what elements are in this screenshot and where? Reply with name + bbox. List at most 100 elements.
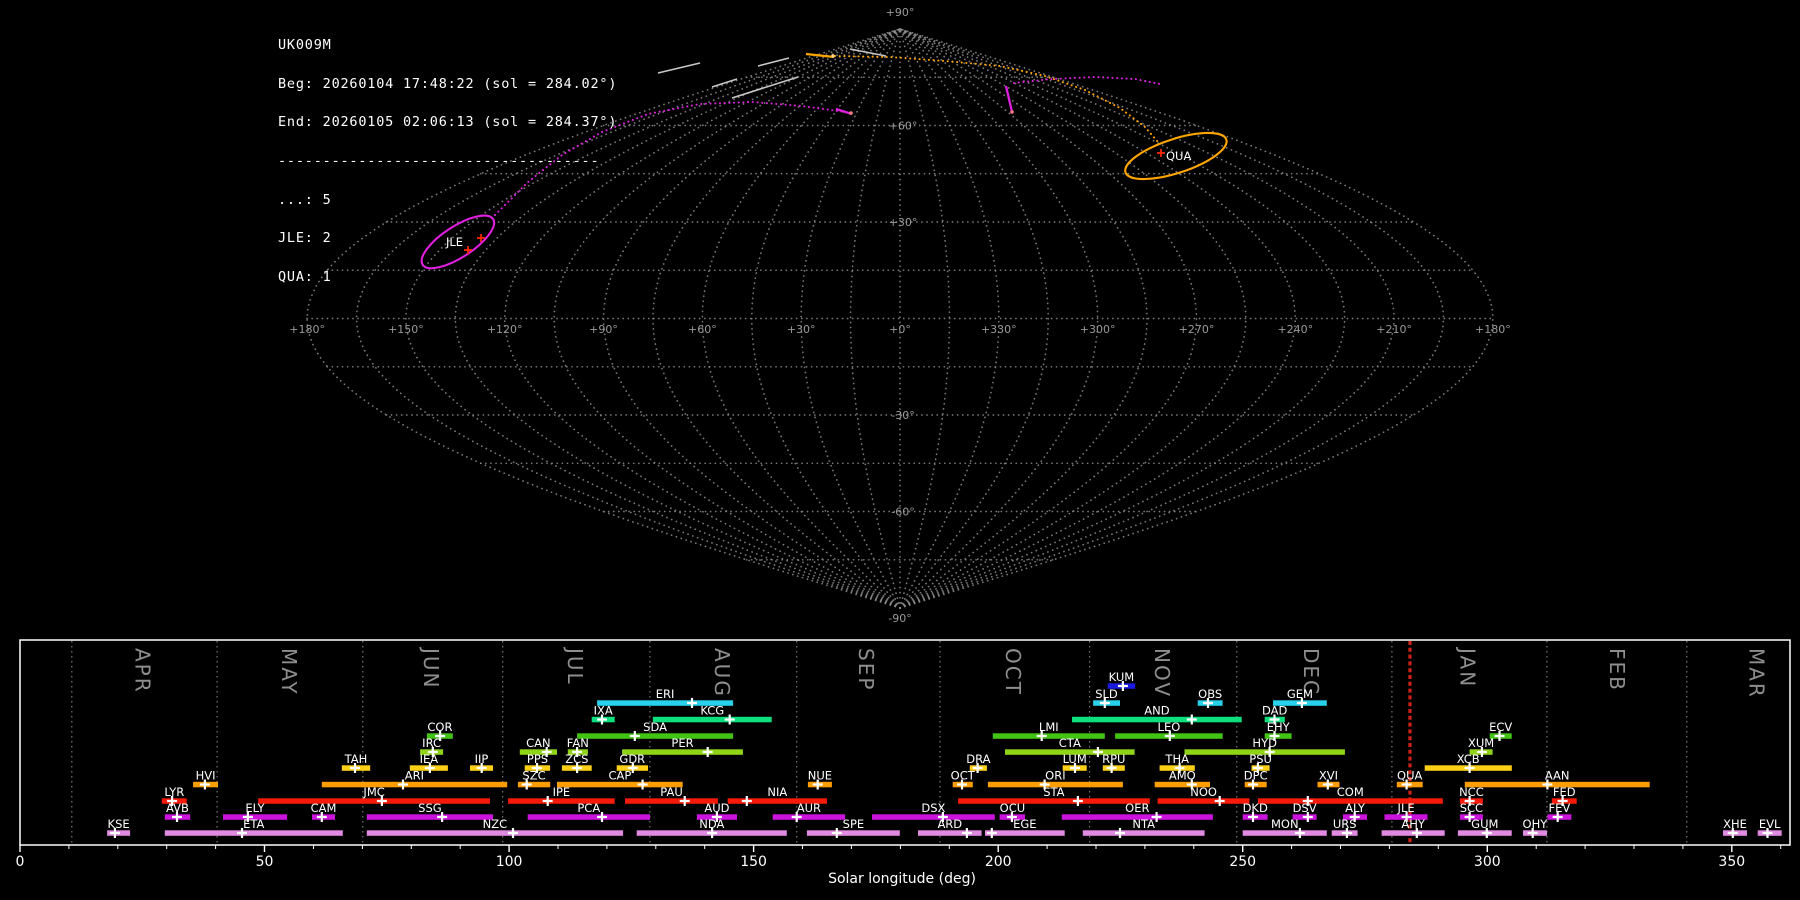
meteor-trail-solid-JLE xyxy=(1004,85,1014,113)
shower-label-ELY: ELY xyxy=(245,801,265,815)
x-tick-label-250: 250 xyxy=(1229,854,1256,870)
shower-label-ARI: ARI xyxy=(405,769,424,783)
shower-label-ERI: ERI xyxy=(656,687,675,701)
shower-label-XUM: XUM xyxy=(1468,736,1494,750)
peak-marker-AND xyxy=(1186,714,1197,725)
peak-marker-IPE xyxy=(542,796,553,806)
shower-label-GUM: GUM xyxy=(1471,817,1498,831)
info-panel: UK009M Beg: 20260104 17:48:22 (sol = 284… xyxy=(278,13,617,297)
shower-label-OCU: OCU xyxy=(1000,801,1026,815)
peak-marker-SDA xyxy=(629,731,640,741)
x-tick-label-300: 300 xyxy=(1474,854,1501,870)
meteor-trail-tip-JLE xyxy=(849,111,853,115)
shower-label-ZCS: ZCS xyxy=(565,752,588,766)
shower-label-COM: COM xyxy=(1337,785,1364,799)
shower-label-AND: AND xyxy=(1144,704,1169,718)
shower-label-HYD: HYD xyxy=(1252,736,1277,750)
shower-label-THA: THA xyxy=(1164,752,1189,766)
activity-timeline: APR MAY JUN JUL AUG SEP OCT NOV DEC JAN FEB MARKUME… xyxy=(16,639,1791,887)
shower-label-JLE: JLE xyxy=(1397,801,1415,815)
shower-label-DKD: DKD xyxy=(1243,801,1268,815)
shower-label-EVL: EVL xyxy=(1759,817,1781,831)
x-tick-label-200: 200 xyxy=(985,854,1012,870)
shower-label-XCB: XCB xyxy=(1457,752,1480,766)
shower-label-NIA: NIA xyxy=(767,785,787,799)
shower-label-IRC: IRC xyxy=(422,736,441,750)
peak-marker-CAP xyxy=(637,779,648,790)
month-label-FEB: FEB xyxy=(1605,648,1629,692)
month-label-MAR: MAR xyxy=(1744,648,1768,699)
shower-label-CAP: CAP xyxy=(608,769,631,783)
meridian-line xyxy=(800,28,901,609)
shower-label-URS: URS xyxy=(1333,817,1357,831)
shower-label-GEM: GEM xyxy=(1287,687,1313,701)
shower-label-OHY: OHY xyxy=(1523,817,1549,831)
shower-label-AUD: AUD xyxy=(704,801,729,815)
month-label-APR: APR xyxy=(130,648,154,694)
x-tick-label-150: 150 xyxy=(740,854,767,870)
shower-label-EGE: EGE xyxy=(1013,817,1036,831)
x-tick-label-50: 50 xyxy=(256,854,274,870)
shower-label-KCG: KCG xyxy=(700,704,724,718)
qua-count: QUA: 1 xyxy=(278,269,332,286)
shower-label-KSE: KSE xyxy=(108,817,130,831)
latitude-label: -60° xyxy=(891,506,914,519)
month-label-MAY: MAY xyxy=(277,648,301,696)
shower-label-CAN: CAN xyxy=(526,736,551,750)
month-label-NOV: NOV xyxy=(1150,648,1174,698)
shower-label-XVI: XVI xyxy=(1319,769,1338,783)
shower-label-NUE: NUE xyxy=(808,769,832,783)
shower-label-ORI: ORI xyxy=(1045,769,1065,783)
x-axis-title: Solar longitude (deg) xyxy=(828,871,976,887)
shower-label-LUM: LUM xyxy=(1063,752,1087,766)
shower-label-DSX: DSX xyxy=(921,801,945,815)
shower-label-XHE: XHE xyxy=(1723,817,1747,831)
shower-label-NZC: NZC xyxy=(483,817,508,831)
shower-label-FED: FED xyxy=(1553,785,1576,799)
shower-label-COR: COR xyxy=(427,720,452,734)
shower-label-GDR: GDR xyxy=(619,752,645,766)
meteor-trail-tip-JLE xyxy=(1010,110,1014,114)
longitude-label: +0° xyxy=(889,323,911,336)
jle-count: JLE: 2 xyxy=(278,230,332,247)
shower-label-DSV: DSV xyxy=(1293,801,1317,815)
shower-label-ARD: ARD xyxy=(937,817,962,831)
month-label-JUN: JUN xyxy=(419,646,443,690)
month-label-SEP: SEP xyxy=(854,648,878,691)
shower-label-CAM: CAM xyxy=(311,801,337,815)
shower-label-SPE: SPE xyxy=(843,817,865,831)
shower-label-PER: PER xyxy=(671,736,693,750)
shower-label-EHY: EHY xyxy=(1267,720,1291,734)
shower-label-MON: MON xyxy=(1271,817,1299,831)
peak-marker-PER xyxy=(702,747,713,757)
latitude-label: +60° xyxy=(889,120,918,133)
shower-label-IPE: IPE xyxy=(553,785,571,799)
peak-marker-NZC xyxy=(508,828,518,838)
meteor-trail-solid-QUA xyxy=(805,52,835,59)
shower-label-ECV: ECV xyxy=(1489,720,1512,734)
x-tick-label-350: 350 xyxy=(1718,854,1745,870)
shower-label-DPC: DPC xyxy=(1244,769,1268,783)
sporadic-meteor-track xyxy=(657,62,701,74)
longitude-label: +210° xyxy=(1376,323,1412,336)
x-tick-label-100: 100 xyxy=(496,854,523,870)
shower-label-NTA: NTA xyxy=(1132,817,1155,831)
separator-line: ------------------------------------ xyxy=(278,152,600,169)
shower-label-TAH: TAH xyxy=(344,752,368,766)
longitude-label: +60° xyxy=(688,323,717,336)
shower-label-DAD: DAD xyxy=(1262,704,1288,718)
peak-marker-SPE xyxy=(831,828,842,838)
shower-label-FEV: FEV xyxy=(1549,801,1571,815)
longitude-label: +180° xyxy=(289,323,325,336)
shower-label-SZC: SZC xyxy=(522,769,545,783)
shower-label-AVB: AVB xyxy=(166,801,189,815)
shower-label-PCA: PCA xyxy=(577,801,600,815)
peak-marker-ARD xyxy=(961,828,972,838)
sporadic-meteor-track xyxy=(711,78,738,88)
meridian-line xyxy=(899,28,1148,609)
longitude-label: +120° xyxy=(487,323,523,336)
x-tick-label-0: 0 xyxy=(16,854,25,870)
radiant-mark-QUA xyxy=(1157,149,1165,157)
shower-label-QUA: QUA xyxy=(1397,769,1422,783)
peak-marker-KCG xyxy=(724,714,735,725)
